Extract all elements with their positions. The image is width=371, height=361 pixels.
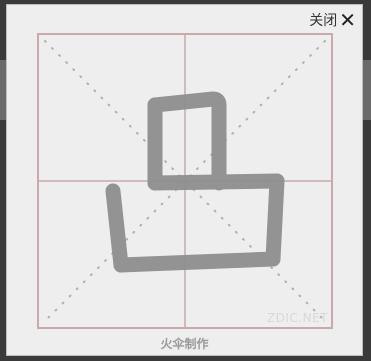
close-icon[interactable]: ✕ — [339, 10, 356, 30]
character-grid — [37, 33, 333, 329]
background-strip-right — [363, 60, 371, 120]
character-glyph — [105, 91, 285, 273]
credit-text: 火伞制作 — [160, 337, 209, 351]
stroke-order-popup: 关闭 ✕ ZDIC.NET 火伞制作 — [6, 4, 363, 356]
close-label: 关闭 — [309, 13, 338, 29]
watermark: ZDIC.NET — [266, 311, 328, 325]
grid-svg — [37, 33, 333, 329]
close-button[interactable]: 关闭 ✕ — [309, 10, 356, 30]
